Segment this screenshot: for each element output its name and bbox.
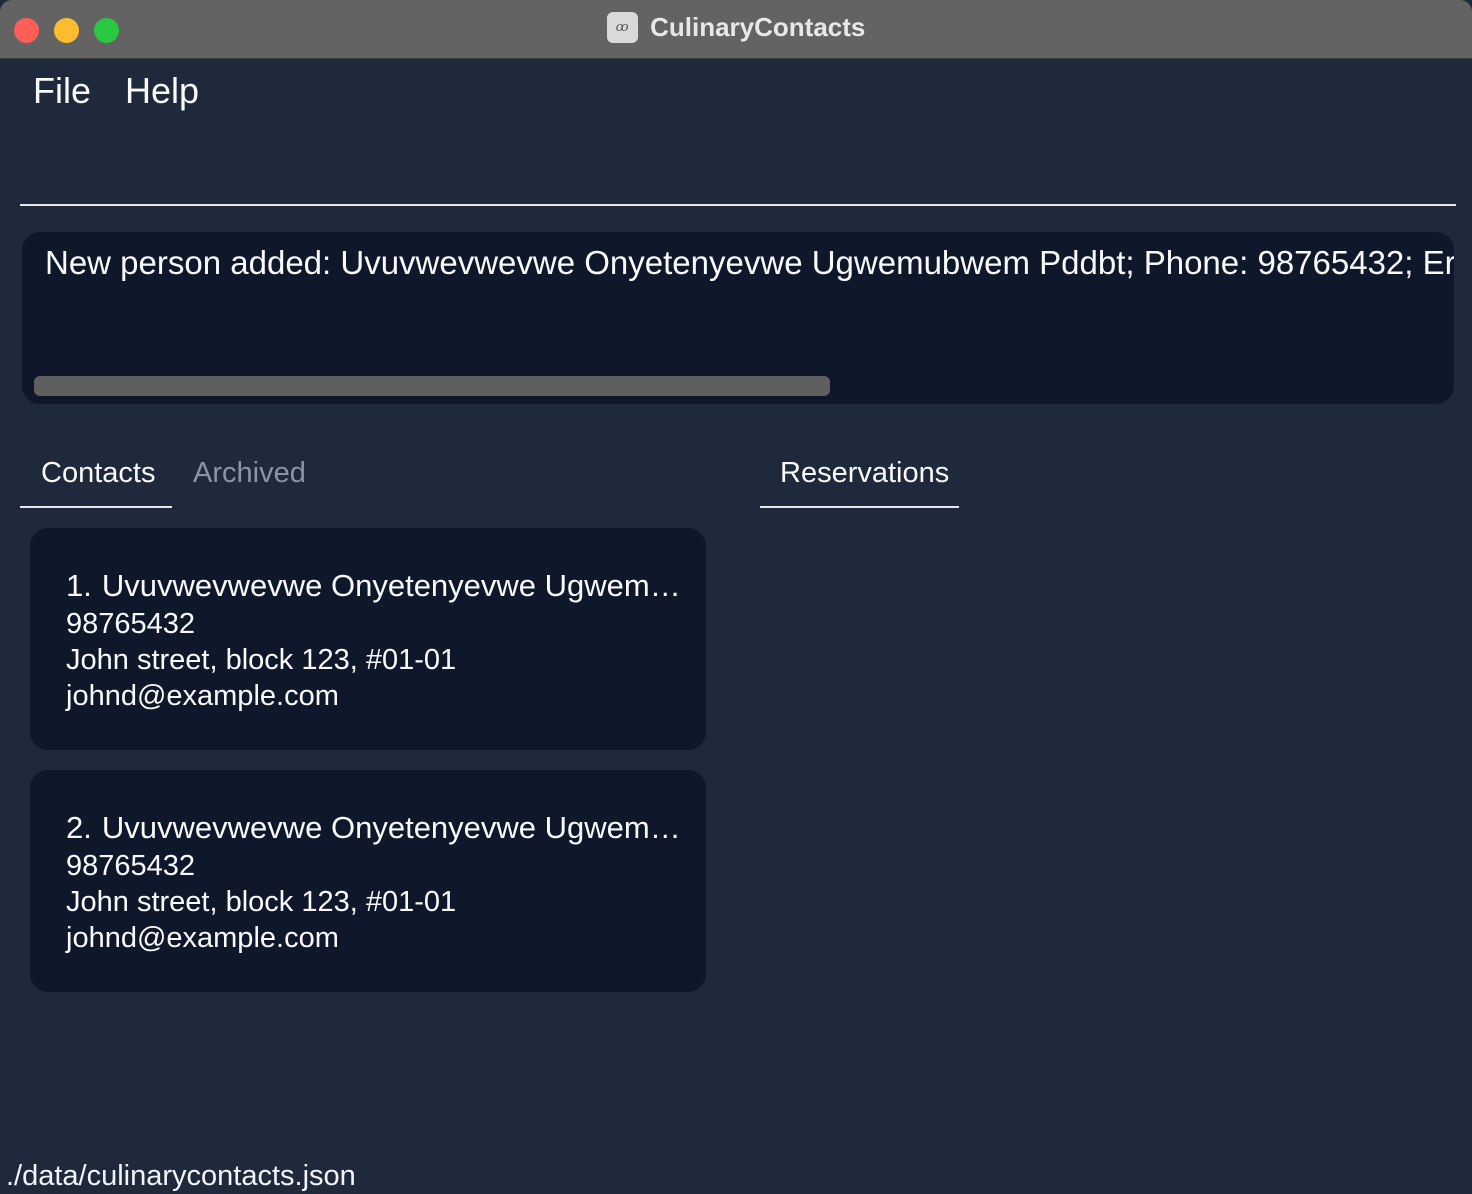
contact-address: John street, block 123, #01-01 [66, 644, 457, 676]
window-titlebar: ꝏ CulinaryContacts [0, 0, 1472, 59]
status-bar-file-path: ./data/culinarycontacts.json [6, 1160, 356, 1192]
contact-email: johnd@example.com [66, 680, 339, 712]
contact-address: John street, block 123, #01-01 [66, 886, 457, 918]
window-title-group: ꝏ CulinaryContacts [0, 12, 1472, 48]
tab-archived[interactable]: Archived [172, 450, 322, 508]
contact-name: Uvuvwevwevwe Onyetenyevwe Ugwemu... [101, 810, 690, 845]
contact-phone: 98765432 [66, 850, 196, 882]
contact-card[interactable]: 2. Uvuvwevwevwe Onyetenyevwe Ugwemu... 98… [30, 770, 706, 992]
contact-name: Uvuvwevwevwe Onyetenyevwe Ugwemu... [101, 568, 690, 603]
contact-index: 1. [66, 568, 92, 603]
menu-bar: File Help [0, 60, 1472, 122]
contact-index: 2. [66, 810, 92, 845]
contact-card[interactable]: 1. Uvuvwevwevwe Onyetenyevwe Ugwemu... 98… [30, 528, 706, 750]
app-logo-icon: ꝏ [606, 12, 638, 43]
tab-contacts-label: Contacts [41, 457, 156, 489]
horizontal-scrollbar[interactable] [34, 376, 830, 396]
command-input[interactable] [20, 150, 1456, 204]
menu-file[interactable]: File [33, 70, 91, 112]
tab-reservations[interactable]: Reservations [760, 450, 959, 508]
contact-name-line: 2. Uvuvwevwevwe Onyetenyevwe Ugwemu... [66, 810, 690, 846]
tab-contacts[interactable]: Contacts [20, 450, 172, 508]
tab-reservations-label: Reservations [780, 457, 950, 489]
command-box [20, 150, 1456, 206]
menu-help[interactable]: Help [125, 70, 199, 112]
tab-archived-label: Archived [193, 457, 306, 489]
contact-email: johnd@example.com [66, 922, 339, 954]
window-title: CulinaryContacts [650, 12, 866, 42]
contact-phone: 98765432 [66, 608, 196, 640]
result-display: New person added: Uvuvwevwevwe Onyetenye… [22, 232, 1454, 404]
result-message: New person added: Uvuvwevwevwe Onyetenye… [45, 244, 1454, 281]
contact-name-line: 1. Uvuvwevwevwe Onyetenyevwe Ugwemu... [66, 568, 690, 604]
